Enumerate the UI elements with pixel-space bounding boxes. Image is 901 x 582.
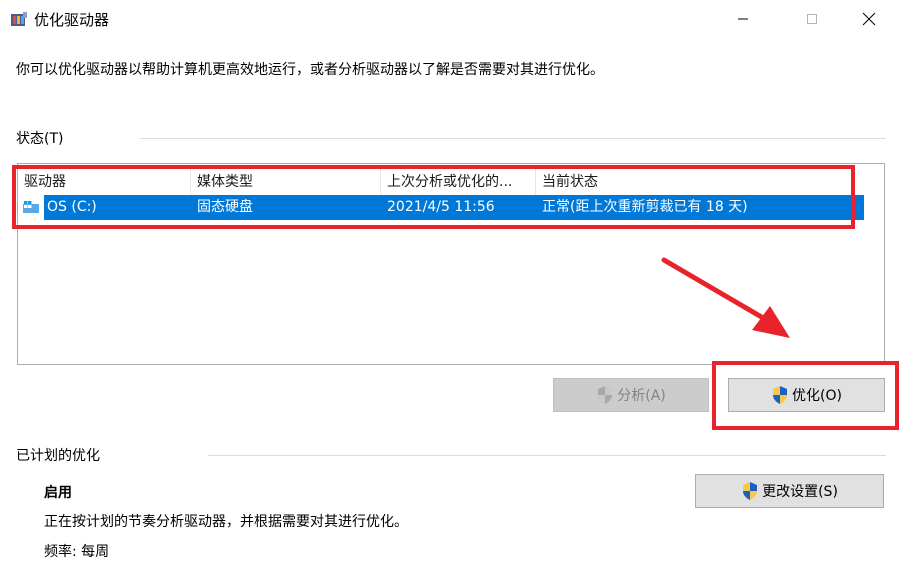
optimize-button[interactable]: 优化(O) [728,378,885,412]
close-icon [862,12,876,26]
arrow-icon [661,257,790,338]
analyze-button-label: 分析(A) [617,388,666,404]
row-current-status: 正常(距上次重新剪裁已有 18 天) [542,199,748,215]
analyze-button[interactable]: 分析(A) [553,378,709,412]
schedule-frequency: 频率: 每周 [44,544,110,560]
drive-list-header: 驱动器 媒体类型 上次分析或优化的... 当前状态 [18,169,884,195]
close-button[interactable] [846,0,892,38]
uac-shield-icon [743,482,758,500]
title-bar: 优化驱动器 [0,0,901,38]
row-media-type: 固态硬盘 [197,199,253,215]
drive-icon [23,201,39,213]
uac-shield-icon [773,386,788,404]
scheduled-group-label: 已计划的优化 [16,448,100,464]
status-group-label: 状态(T) [16,131,64,147]
maximize-icon [807,14,817,24]
window-description: 你可以优化驱动器以帮助计算机更高效地运行，或者分析驱动器以了解是否需要对其进行优… [16,62,604,78]
maximize-button[interactable] [789,0,835,38]
optimize-button-label: 优化(O) [792,388,842,404]
schedule-state: 启用 [44,485,72,501]
row-last-run: 2021/4/5 11:56 [387,199,495,215]
column-header-media-type[interactable]: 媒体类型 [191,169,381,195]
uac-shield-icon [598,386,613,404]
defrag-app-icon [11,12,27,26]
minimize-button[interactable] [720,0,766,38]
schedule-description: 正在按计划的节奏分析驱动器，并根据需要对其进行优化。 [44,514,408,530]
row-drive: OS (C:) [47,199,97,215]
window-title: 优化驱动器 [34,11,110,29]
column-header-current-status[interactable]: 当前状态 [536,169,786,195]
scheduled-group-divider [208,455,886,456]
column-header-drive[interactable]: 驱动器 [18,169,191,195]
status-group-divider [140,138,886,139]
change-settings-button-label: 更改设置(S) [762,484,838,500]
column-header-last-run[interactable]: 上次分析或优化的... [381,169,536,195]
table-row[interactable]: OS (C:) 固态硬盘 2021/4/5 11:56 正常(距上次重新剪裁已有… [44,195,864,220]
minimize-icon [738,18,748,20]
change-settings-button[interactable]: 更改设置(S) [695,474,884,508]
